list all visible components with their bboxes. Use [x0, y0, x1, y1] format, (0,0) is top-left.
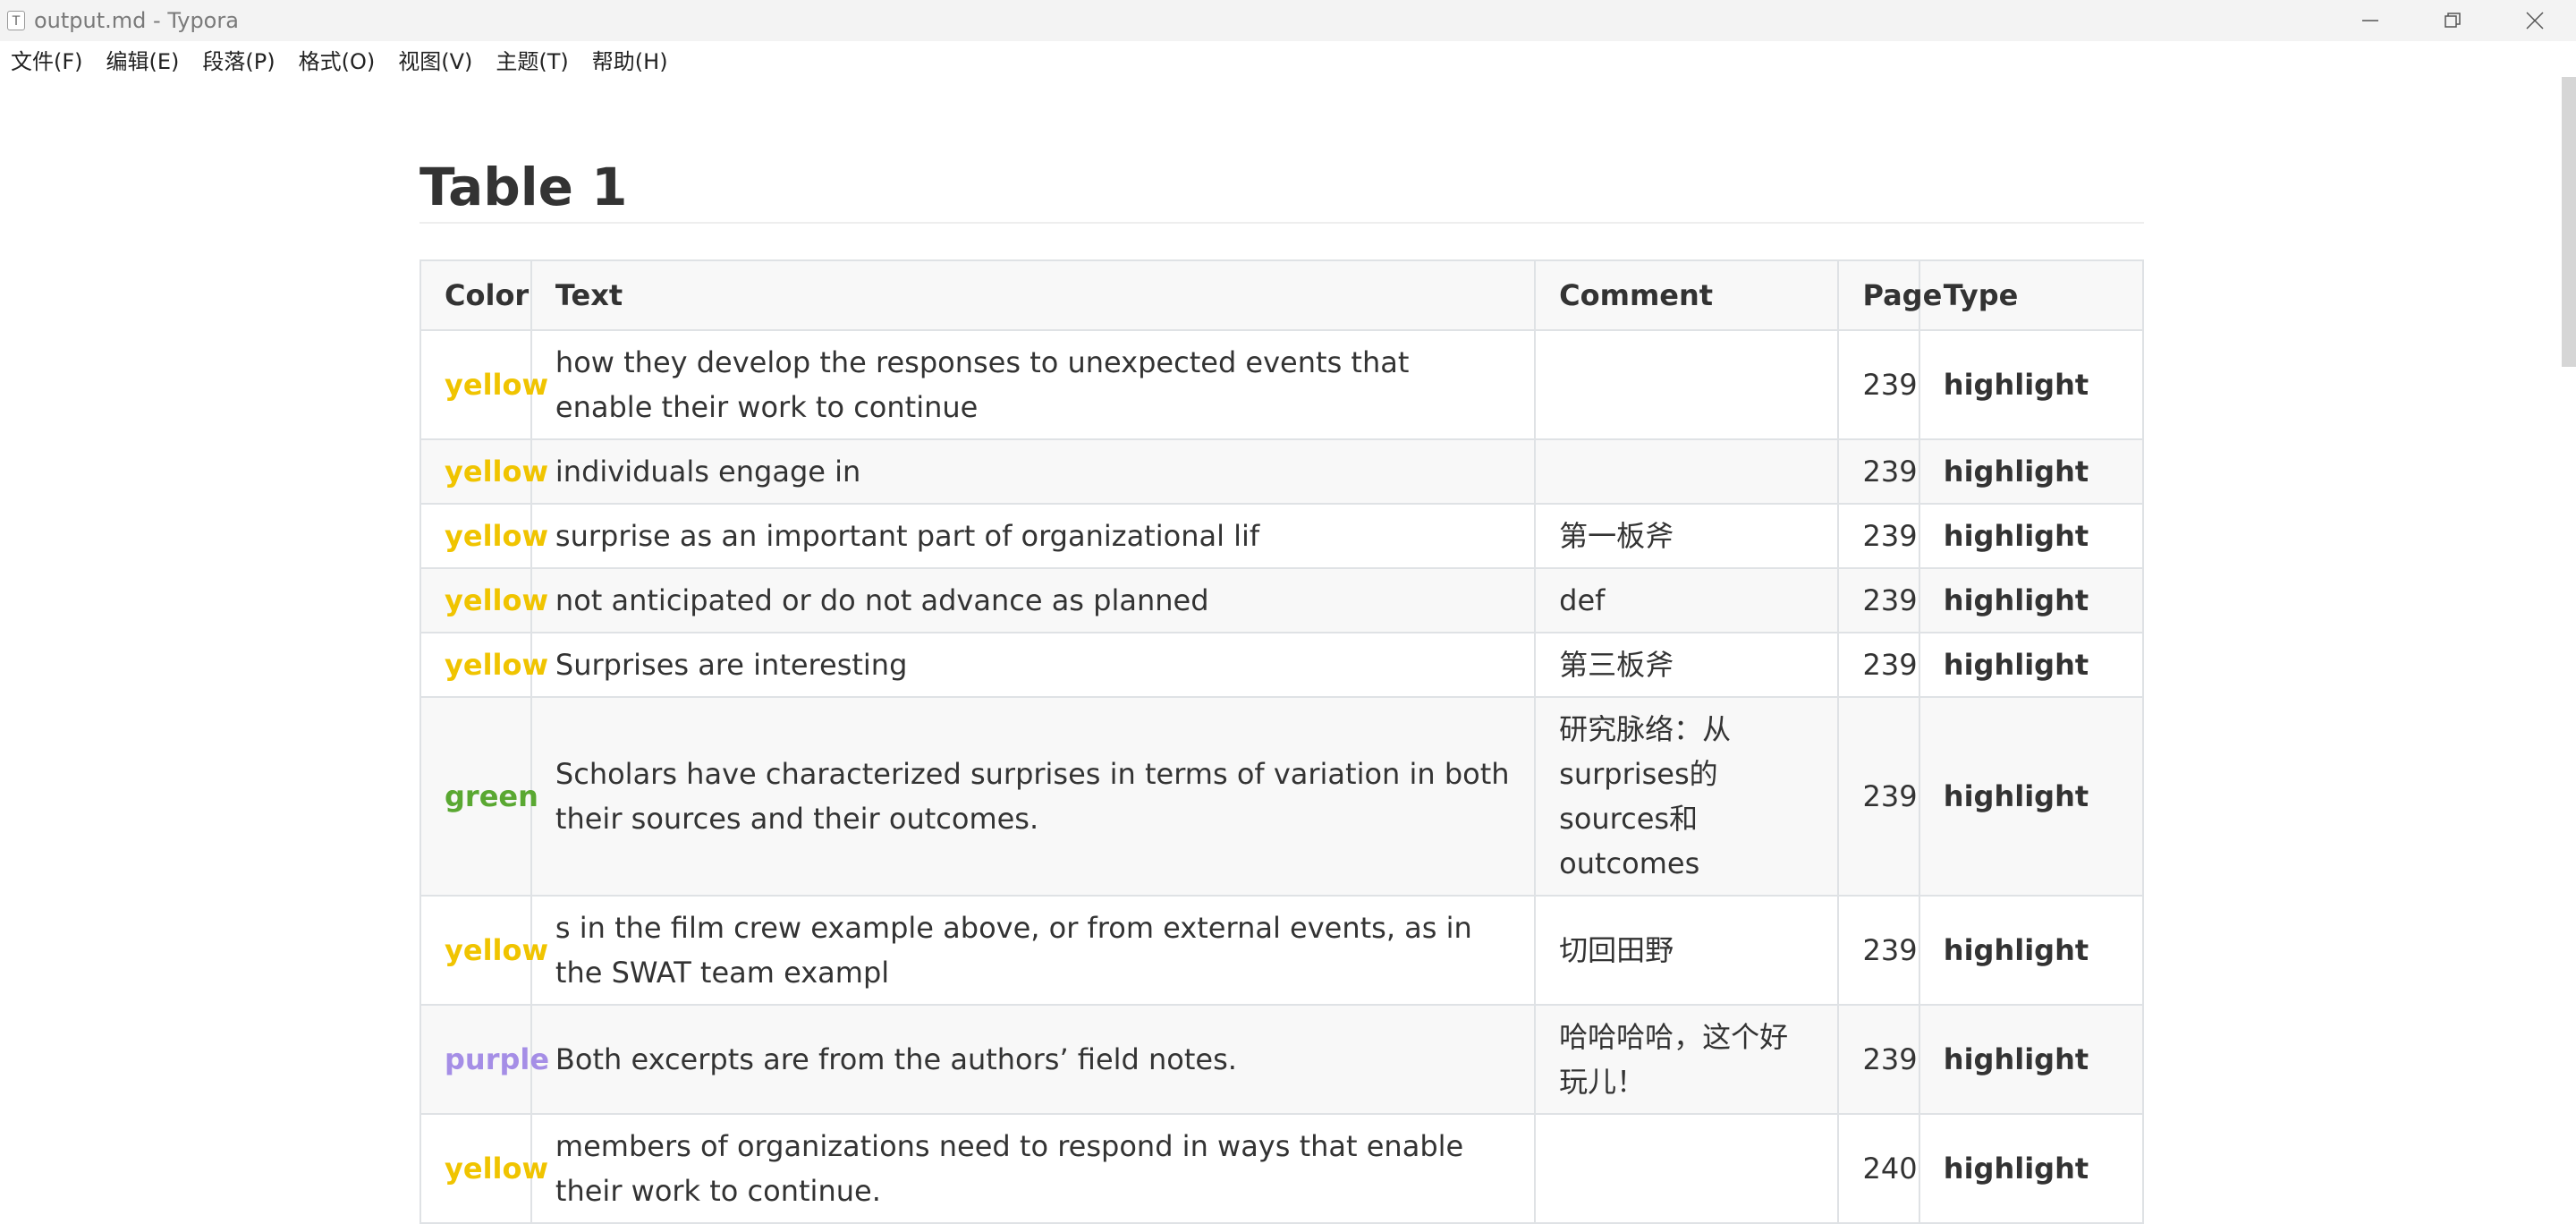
comment-cell: 研究脉络：从surprises的sources和outcomes: [1534, 695, 1840, 897]
type-cell: highlight: [1918, 438, 2145, 505]
vertical-scrollbar[interactable]: [2558, 77, 2576, 1210]
window-title: output.md - Typora: [34, 8, 239, 33]
typora-app-icon: T: [7, 11, 25, 30]
comment-cell: def: [1534, 566, 1840, 633]
table-row: green Scholars have characterized surpri…: [419, 695, 2145, 897]
restore-icon: [2445, 13, 2461, 28]
color-cell: yellow: [419, 438, 548, 505]
close-icon: [2526, 12, 2544, 30]
comment-cell: 哈哈哈哈，这个好玩儿！: [1534, 1003, 1840, 1115]
text-cell: s in the film crew example above, or fro…: [530, 894, 1537, 1006]
scrollbar-thumb[interactable]: [2562, 77, 2576, 367]
comment-cell: 第三板斧: [1534, 631, 1840, 698]
page-cell: 239: [1837, 1003, 1920, 1115]
menu-theme[interactable]: 主题(T): [496, 44, 568, 75]
page-cell: 239: [1837, 695, 1920, 897]
minimize-button[interactable]: [2329, 0, 2411, 41]
color-cell: yellow: [419, 1112, 548, 1224]
text-cell: members of organizations need to respond…: [530, 1112, 1537, 1224]
document-heading: Table 1: [419, 158, 2144, 224]
color-cell: yellow: [419, 502, 548, 569]
text-cell: Both excerpts are from the authors’ fiel…: [530, 1003, 1537, 1115]
page-cell: 239: [1837, 438, 1920, 505]
table-header-row: Color Text Comment Page Type: [419, 259, 2145, 331]
text-cell: individuals engage in: [530, 438, 1537, 505]
restore-button[interactable]: [2411, 0, 2494, 41]
color-cell: yellow: [419, 894, 548, 1006]
comment-cell: 切回田野: [1534, 894, 1840, 1006]
column-header-comment: Comment: [1534, 259, 1840, 331]
table-row: purple Both excerpts are from the author…: [419, 1003, 2145, 1115]
annotations-table: Color Text Comment Page Type yellow how …: [419, 259, 2145, 1224]
window-controls: [2329, 0, 2576, 41]
color-cell: green: [419, 695, 538, 897]
color-cell: yellow: [419, 566, 548, 633]
text-cell: how they develop the responses to unexpe…: [530, 328, 1537, 440]
table-row: yellow how they develop the responses to…: [419, 328, 2145, 440]
text-cell: Surprises are interesting: [530, 631, 1537, 698]
column-header-page: Page: [1837, 259, 1942, 331]
type-cell: highlight: [1918, 502, 2145, 569]
page-cell: 239: [1837, 328, 1920, 440]
page-cell: 239: [1837, 566, 1920, 633]
type-cell: highlight: [1918, 894, 2145, 1006]
type-cell: highlight: [1918, 695, 2145, 897]
table-row: yellow members of organizations need to …: [419, 1112, 2145, 1224]
type-cell: highlight: [1918, 328, 2145, 440]
menu-help[interactable]: 帮助(H): [592, 44, 668, 75]
editor-content[interactable]: Table 1 Color Text Comment Page Type yel…: [419, 77, 2145, 1224]
type-cell: highlight: [1918, 1003, 2145, 1115]
page-cell: 239: [1837, 631, 1920, 698]
column-header-text: Text: [530, 259, 1537, 331]
column-header-color: Color: [419, 259, 532, 331]
menu-edit[interactable]: 编辑(E): [106, 44, 180, 75]
type-cell: highlight: [1918, 631, 2145, 698]
table-row: yellow Surprises are interesting 第三板斧 23…: [419, 631, 2145, 698]
page-cell: 240: [1837, 1112, 1920, 1224]
text-cell: surprise as an important part of organiz…: [530, 502, 1537, 569]
menu-file[interactable]: 文件(F): [11, 44, 83, 75]
text-cell: Scholars have characterized surprises in…: [530, 695, 1537, 897]
type-cell: highlight: [1918, 1112, 2145, 1224]
comment-cell: 第一板斧: [1534, 502, 1840, 569]
text-cell: not anticipated or do not advance as pla…: [530, 566, 1537, 633]
table-row: yellow surprise as an important part of …: [419, 502, 2145, 569]
comment-cell: [1534, 1112, 1840, 1224]
minimize-icon: [2362, 20, 2378, 21]
color-cell: yellow: [419, 631, 548, 698]
menu-bar: 文件(F) 编辑(E) 段落(P) 格式(O) 视图(V) 主题(T) 帮助(H…: [0, 41, 2576, 77]
table-row: yellow not anticipated or do not advance…: [419, 566, 2145, 633]
menu-format[interactable]: 格式(O): [299, 44, 376, 75]
color-cell: purple: [419, 1003, 549, 1115]
comment-cell: [1534, 328, 1840, 440]
menu-view[interactable]: 视图(V): [398, 44, 472, 75]
title-bar: T output.md - Typora: [0, 0, 2576, 41]
color-cell: yellow: [419, 328, 548, 440]
table-row: yellow individuals engage in 239 highlig…: [419, 438, 2145, 505]
column-header-type: Type: [1918, 259, 2145, 331]
comment-cell: [1534, 438, 1840, 505]
page-cell: 239: [1837, 502, 1920, 569]
page-cell: 239: [1837, 894, 1920, 1006]
table-row: yellow s in the film crew example above,…: [419, 894, 2145, 1006]
menu-paragraph[interactable]: 段落(P): [202, 44, 275, 75]
close-button[interactable]: [2494, 0, 2576, 41]
type-cell: highlight: [1918, 566, 2145, 633]
